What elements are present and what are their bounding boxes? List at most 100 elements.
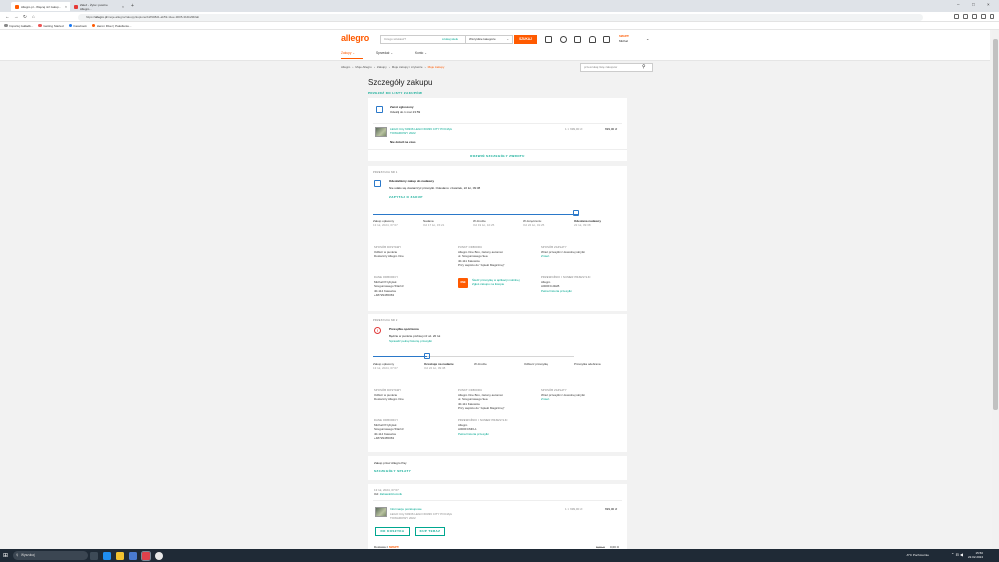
timeline-step: W drodze <box>474 362 487 366</box>
nav-konto[interactable]: Konto ⌄ <box>415 51 427 55</box>
menu-icon[interactable] <box>990 14 994 19</box>
back-to-list-link[interactable]: PRZEJDŹ DO LISTY ZAKUPÓW <box>368 91 422 95</box>
bookmark-item[interactable]: Importuj zakładk... <box>4 24 33 28</box>
store-icon[interactable] <box>129 551 137 560</box>
new-tab-icon[interactable]: + <box>131 3 134 9</box>
breadcrumb: Allegro › Moje Allegro › Zakupy › Moje zaku… <box>341 65 445 69</box>
profile-icon[interactable] <box>981 14 986 19</box>
chrome-icon[interactable] <box>155 551 163 560</box>
maximize-icon[interactable]: □ <box>972 2 975 7</box>
bell-icon[interactable] <box>589 36 596 43</box>
category-select[interactable]: Wszystkie kategorie ⌄ <box>465 35 513 44</box>
repayment-details-link[interactable]: SZCZEGÓŁY SPŁATY <box>374 469 411 473</box>
qty-price: 1 × 699,00 zł <box>565 127 583 131</box>
user-menu[interactable]: SMART! Michał <box>619 34 629 43</box>
windows-taskbar: ⊞ ⚲ Wyszukaj -6°C Pochmurnie ⌃ ⊟ ◀ 15:50 2… <box>0 549 999 562</box>
carrier-info: PRZEWOŹNIK I NUMER PRZESYŁKI Allegro A000… <box>458 419 538 436</box>
close-tab-icon[interactable]: × <box>65 5 67 9</box>
browser-tab-allegro[interactable]: Allegro.pl - Więcej niż zakup... × <box>11 2 71 11</box>
bookmark-item[interactable]: Heron River | Pakollenie... <box>91 24 132 28</box>
locker-link[interactable]: Zgłoś zakupu na listopie <box>472 282 540 286</box>
minimize-icon[interactable]: – <box>957 2 960 7</box>
ask-about-purchase-link[interactable]: ZAPYTAJ O ZAKUP <box>389 195 423 199</box>
smart-badge: SMART! <box>619 35 630 38</box>
breadcrumb-item[interactable]: Moje zakupy i czytacze <box>392 65 423 69</box>
collections-icon[interactable] <box>972 14 977 19</box>
file-explorer-icon[interactable] <box>116 551 124 560</box>
locker-tracking: Śledź przesyłkę w aplikacji mobilnej Zgł… <box>472 278 540 286</box>
buy-now-button[interactable]: KUP TERAZ <box>415 527 445 536</box>
product-thumbnail[interactable] <box>375 127 387 137</box>
pickup-point: PUNKT ODBIORU Allegro One Box, zielony a… <box>458 389 505 410</box>
timeline-step-current: Oczekuje na nadanie Od 22 lut, 09:38 <box>424 362 454 371</box>
parcel-history-link[interactable]: Pełna historia przesyłki <box>458 432 538 436</box>
expand-return-details-button[interactable]: ROZWIŃ SZCZEGÓŁY ZWROTU <box>368 154 627 158</box>
return-deadline: Odeślij do 1 mar 23:59 <box>390 110 421 114</box>
product-link[interactable]: LEGO City 60336 LEGO 60336 CITY POCIĄG T… <box>390 512 470 520</box>
check-history-link[interactable]: Sprawdź pełną historię przesyłki <box>389 339 432 343</box>
nav-zakupy[interactable]: Zakupy ⌄ <box>341 51 355 55</box>
delivery-icon[interactable] <box>545 36 552 43</box>
cart-icon[interactable] <box>603 36 610 43</box>
bookmark-item[interactable]: Facebook <box>68 24 87 28</box>
chevron-down-icon[interactable]: ⌄ <box>646 36 649 41</box>
address-bar[interactable]: https://allegro.pl/moje-allegro/zakupy/k… <box>78 13 923 21</box>
search-icon[interactable]: ⚲ <box>642 64 646 70</box>
product-total: 699,00 zł <box>605 127 618 131</box>
clock[interactable]: 15:50 22.02.2024 <box>968 551 983 559</box>
chat-icon[interactable] <box>574 36 581 43</box>
timeline-progress <box>373 214 578 215</box>
page-title: Szczegóły zakupu <box>368 78 433 87</box>
home-icon[interactable]: ⌂ <box>32 14 35 19</box>
heart-icon[interactable] <box>560 36 567 43</box>
tab-favicon-icon <box>74 4 78 9</box>
change-payment-link[interactable]: Zmień <box>541 397 621 401</box>
add-to-cart-button[interactable]: DO KOSZYKA <box>375 527 410 536</box>
bookmarks-bar: Importuj zakładk... Getting Started Face… <box>0 22 999 30</box>
pickup-point: PUNKT ODBIORU Allegro One Box, zielony a… <box>458 246 505 267</box>
allegro-one-logo: ONE <box>458 278 468 288</box>
browser-toolbar: ← → ↻ ⌂ https://allegro.pl/moje-allegro/… <box>0 12 999 22</box>
parcel-status-title: Odesłaliśmy zakup do nadawcy <box>389 179 435 183</box>
timeline-dot <box>373 355 375 358</box>
system-tray-icons[interactable]: ⌃ ⊟ ◀ <box>951 552 963 557</box>
timeline-step-current: Odesłana nadawcy 22 lut, 09:38 <box>574 219 602 228</box>
breadcrumb-item[interactable]: Zakupy <box>377 65 387 69</box>
nav-sprzedaz[interactable]: Sprzedaż ⌄ <box>376 51 393 55</box>
browser-tab-second[interactable]: Zależ - Żyta i puszne Allegro... × <box>70 2 128 11</box>
package-icon <box>424 353 430 359</box>
allegro-favicon-icon <box>15 4 19 9</box>
reload-icon[interactable]: ↻ <box>23 14 27 20</box>
breadcrumb-item[interactable]: Allegro <box>341 65 350 69</box>
weather-widget[interactable]: -6°C Pochmurnie <box>906 553 929 557</box>
seller-link[interactable]: Zabawki4zumnik <box>380 492 402 496</box>
product-thumbnail[interactable] <box>375 507 387 517</box>
opera-icon[interactable] <box>141 550 151 561</box>
forward-arrow-icon[interactable]: → <box>14 14 19 19</box>
favorites-icon[interactable] <box>963 14 968 19</box>
parcel-history-link[interactable]: Pełna historia przesyłki <box>541 289 621 293</box>
extensions-icon[interactable] <box>954 14 959 19</box>
breadcrumb-item[interactable]: Moje Allegro <box>355 65 372 69</box>
page-scrollbar[interactable] <box>992 30 999 549</box>
timeline-step: Zakup opłacony 13 lut, 2024, 07:07 <box>373 362 398 371</box>
windows-start-icon[interactable]: ⊞ <box>3 552 8 559</box>
edge-icon[interactable] <box>103 551 111 560</box>
timeline-step: Nadana Od 17 lut, 15:21 <box>423 219 445 228</box>
chevron-down-icon: ⌄ <box>506 37 509 41</box>
close-tab-icon[interactable]: × <box>122 5 124 9</box>
browser-tab-bar: Allegro.pl - Więcej niż zakup... × Zależ… <box>0 0 999 12</box>
product-link[interactable]: LEGO City 60336 LEGO 60336 CITY POCIĄG T… <box>390 127 470 135</box>
allegro-logo[interactable]: allegro <box>341 33 369 43</box>
scrollbar-thumb[interactable] <box>993 39 998 410</box>
search-scope-link[interactable]: szukaj wielu <box>442 35 458 44</box>
truck-icon <box>374 180 381 187</box>
search-button[interactable]: SZUKAJ <box>514 35 537 44</box>
bookmark-item[interactable]: Getting Started <box>38 24 64 28</box>
taskbar-search[interactable]: ⚲ Wyszukaj <box>13 551 88 560</box>
change-payment-link[interactable]: Zmień <box>541 254 621 258</box>
task-view-icon[interactable] <box>90 551 98 560</box>
timeline-dot <box>423 213 425 216</box>
back-arrow-icon[interactable]: ← <box>5 14 10 19</box>
close-window-icon[interactable]: × <box>987 2 990 7</box>
